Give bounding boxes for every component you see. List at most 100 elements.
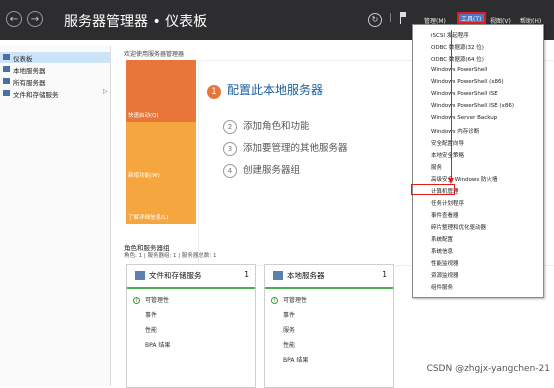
computer-management-highlight (411, 184, 455, 195)
server-icon (273, 271, 283, 280)
ok-check-icon: ↑ (271, 297, 278, 304)
tile-row-manageability[interactable]: ↑ 可管理性 (133, 295, 170, 304)
tools-dropdown-menu: iSCSI 发起程序 ODBC 数据源(32 位) ODBC 数据源(64 位)… (412, 24, 544, 298)
task-number: 3 (223, 142, 237, 156)
sidebar-item-label: 本地服务器 (13, 67, 46, 75)
sidebar-item-local-server[interactable]: 本地服务器 (0, 64, 110, 75)
forward-arrow-icon: → (30, 14, 40, 25)
tile-row-label: 事件 (283, 312, 296, 319)
sidebar: 仪表板 本地服务器 所有服务器 文件和存储服务 ▷ (0, 46, 111, 386)
window-title: 服务器管理器 • 仪表板 (64, 14, 208, 30)
menu-item-iscsi[interactable]: iSCSI 发起程序 (431, 31, 469, 39)
task-number: 4 (223, 164, 237, 178)
back-button[interactable]: ← (6, 11, 22, 27)
tile-row-label: 可管理性 (145, 297, 170, 304)
task-configure-local-server[interactable]: 1 配置此本地服务器 (207, 81, 323, 99)
menu-item-local-security-policy[interactable]: 本地安全策略 (431, 151, 464, 159)
tile-file-storage[interactable]: 文件和存储服务 1 ↑ 可管理性 事件 性能 BPA 结果 (126, 264, 256, 388)
annotation-arrow-line (451, 30, 452, 180)
annotation-arrow-head-icon (448, 178, 454, 184)
menu-item-perf-monitor[interactable]: 性能监视器 (431, 259, 459, 267)
toolbar-separator: | (389, 13, 393, 23)
chevron-right-icon[interactable]: ▷ (103, 88, 108, 95)
task-label: 创建服务器组 (243, 165, 301, 176)
notifications-flag-icon[interactable] (400, 12, 406, 24)
tile-count: 1 (382, 270, 387, 279)
tile-row-performance[interactable]: 性能 (145, 325, 157, 334)
learn-more-label: 了解详细信息(L) (128, 215, 169, 221)
learn-more-tab[interactable]: 了解详细信息(L) (126, 182, 196, 224)
menu-item-system-config[interactable]: 系统配置 (431, 235, 453, 243)
tile-row-services[interactable]: 服务 (283, 325, 295, 334)
task-label: 添加要管理的其他服务器 (243, 143, 348, 154)
tile-row-performance[interactable]: 性能 (283, 340, 295, 349)
menu-item-odbc32[interactable]: ODBC 数据源(32 位) (431, 43, 484, 51)
tile-header: 本地服务器 1 (265, 265, 393, 289)
back-arrow-icon: ← (9, 14, 19, 25)
forward-button[interactable]: → (27, 11, 43, 27)
watermark: CSDN @zhgjx-yangchen-21 (426, 364, 550, 374)
menu-item-task-scheduler[interactable]: 任务计划程序 (431, 199, 464, 207)
menu-item-services[interactable]: 服务 (431, 163, 442, 171)
welcome-title: 欢迎使用服务器管理器 (124, 51, 185, 58)
tile-header: 文件和存储服务 1 (127, 265, 255, 289)
sidebar-item-label: 所有服务器 (13, 79, 46, 87)
task-create-server-group[interactable]: 4 创建服务器组 (223, 162, 300, 178)
menu-item-odbc64[interactable]: ODBC 数据源(64 位) (431, 55, 484, 63)
tile-row-label: 事件 (145, 312, 158, 319)
refresh-button[interactable]: ↻ (368, 13, 382, 27)
tile-row-events[interactable]: 事件 (283, 310, 295, 319)
whats-new-tab[interactable]: 新增功能(W) (126, 122, 196, 182)
storage-icon (3, 90, 10, 96)
menu-item-powershell[interactable]: Windows PowerShell (431, 67, 487, 73)
tile-row-bpa[interactable]: BPA 结果 (145, 340, 170, 349)
task-label: 添加角色和功能 (243, 121, 310, 132)
task-add-servers[interactable]: 3 添加要管理的其他服务器 (223, 140, 348, 156)
sidebar-item-label: 文件和存储服务 (13, 91, 59, 99)
tile-title: 本地服务器 (287, 271, 325, 280)
tile-row-label: BPA 结果 (145, 342, 171, 349)
tile-row-manageability[interactable]: ↑ 可管理性 (271, 295, 308, 304)
ok-check-icon: ↑ (133, 297, 140, 304)
sidebar-item-all-servers[interactable]: 所有服务器 (0, 76, 110, 87)
storage-icon (135, 271, 145, 280)
menu-item-powershell-ise[interactable]: Windows PowerShell ISE (431, 91, 498, 97)
tile-row-label: 服务 (283, 327, 296, 334)
menu-item-resource-monitor[interactable]: 资源监视器 (431, 271, 459, 279)
task-add-roles[interactable]: 2 添加角色和功能 (223, 118, 310, 134)
menu-tools[interactable]: 工具(T) (461, 14, 481, 23)
sidebar-item-file-storage[interactable]: 文件和存储服务 ▷ (0, 88, 110, 99)
tile-row-label: BPA 结果 (283, 357, 309, 364)
dashboard-icon (3, 54, 10, 60)
sidebar-item-dashboard[interactable]: 仪表板 (0, 52, 110, 63)
tile-row-events[interactable]: 事件 (145, 310, 157, 319)
menu-item-firewall[interactable]: 高级安全 Windows 防火墙 (431, 175, 498, 183)
tile-local-server[interactable]: 本地服务器 1 ↑ 可管理性 事件 服务 性能 BPA 结果 (264, 264, 394, 388)
tile-row-label: 性能 (145, 327, 158, 334)
task-number: 2 (223, 120, 237, 134)
servers-icon (3, 78, 10, 84)
menu-item-powershell-x86[interactable]: Windows PowerShell (x86) (431, 79, 504, 85)
refresh-icon: ↻ (371, 15, 379, 24)
menu-item-powershell-ise-x86[interactable]: Windows PowerShell ISE (x86) (431, 103, 514, 109)
tile-row-bpa[interactable]: BPA 结果 (283, 355, 308, 364)
quick-start-label: 快速启动(Q) (128, 113, 159, 119)
menu-item-event-viewer[interactable]: 事件查看器 (431, 211, 459, 219)
whats-new-label: 新增功能(W) (128, 173, 160, 179)
menu-item-defrag[interactable]: 碎片整理和优化驱动器 (431, 223, 486, 231)
tile-count: 1 (244, 270, 249, 279)
menu-item-server-backup[interactable]: Windows Server Backup (431, 115, 497, 121)
menu-item-component-services[interactable]: 组件服务 (431, 283, 453, 291)
task-label: 配置此本地服务器 (227, 83, 324, 97)
quick-start-tab[interactable]: 快速启动(Q) (126, 60, 196, 122)
server-icon (3, 66, 10, 72)
tile-row-label: 可管理性 (283, 297, 308, 304)
tile-title: 文件和存储服务 (149, 271, 202, 280)
menu-item-memory-diagnostic[interactable]: Windows 内存诊断 (431, 127, 479, 135)
sidebar-item-label: 仪表板 (13, 55, 33, 63)
menu-item-system-info[interactable]: 系统信息 (431, 247, 453, 255)
quick-start-panel: 快速启动(Q) 新增功能(W) 了解详细信息(L) (126, 60, 196, 264)
task-number: 1 (207, 85, 221, 99)
menu-item-security-wizard[interactable]: 安全配置向导 (431, 139, 464, 147)
roles-summary: 角色: 1 | 服务器组: 1 | 服务器总数: 1 (124, 253, 217, 259)
